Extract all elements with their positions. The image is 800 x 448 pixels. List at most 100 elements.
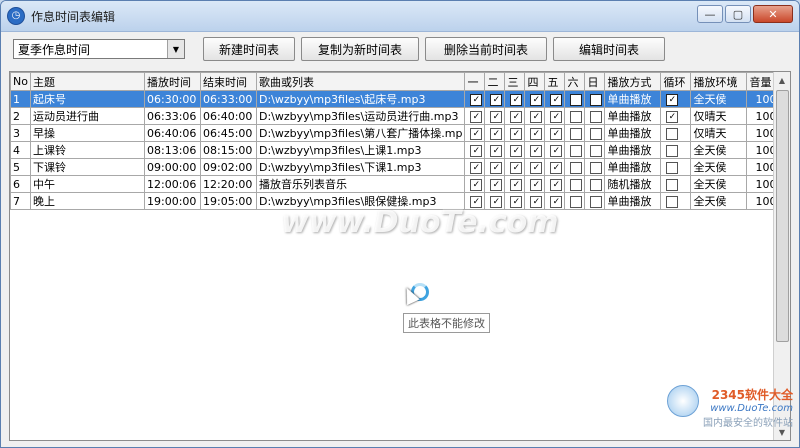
cell-env[interactable]: 全天侯 xyxy=(690,90,748,108)
cell-topic[interactable]: 上课铃 xyxy=(30,141,145,159)
day-checkbox[interactable] xyxy=(550,144,563,157)
cell-mode[interactable]: 随机播放 xyxy=(604,175,662,193)
day-checkbox[interactable] xyxy=(510,127,523,140)
cell-song[interactable]: D:\wzbyy\mp3files\运动员进行曲.mp3 xyxy=(255,107,466,125)
column-header[interactable]: 播放方式 xyxy=(604,72,662,91)
cell-end[interactable]: 06:40:00 xyxy=(200,107,257,125)
loop-checkbox[interactable] xyxy=(666,93,679,106)
day-checkbox[interactable] xyxy=(570,144,583,157)
day-checkbox[interactable] xyxy=(490,110,503,123)
day-checkbox[interactable] xyxy=(590,93,603,106)
day-checkbox[interactable] xyxy=(570,93,583,106)
cell-mode[interactable]: 单曲播放 xyxy=(604,90,662,108)
day-checkbox[interactable] xyxy=(490,161,503,174)
day-checkbox[interactable] xyxy=(550,127,563,140)
cell-mode[interactable]: 单曲播放 xyxy=(604,158,662,176)
day-checkbox[interactable] xyxy=(490,144,503,157)
day-checkbox[interactable] xyxy=(530,144,543,157)
day-checkbox[interactable] xyxy=(570,110,583,123)
maximize-button[interactable]: ▢ xyxy=(725,5,751,23)
loop-checkbox[interactable] xyxy=(666,178,679,191)
cell-topic[interactable]: 中午 xyxy=(30,175,145,193)
day-checkbox[interactable] xyxy=(550,161,563,174)
cell-start[interactable]: 12:00:06 xyxy=(144,175,201,193)
title-bar[interactable]: ◷ 作息时间表编辑 — ▢ ✕ xyxy=(1,1,799,32)
cell-song[interactable]: D:\wzbyy\mp3files\第八套广播体操.mp xyxy=(255,124,466,142)
cell-mode[interactable]: 单曲播放 xyxy=(604,124,662,142)
cell-mode[interactable]: 单曲播放 xyxy=(604,141,662,159)
cell-end[interactable]: 12:20:00 xyxy=(200,175,257,193)
day-checkbox[interactable] xyxy=(530,178,543,191)
cell-start[interactable]: 06:40:06 xyxy=(144,124,201,142)
column-header[interactable]: 四 xyxy=(524,72,546,91)
day-checkbox[interactable] xyxy=(510,178,523,191)
cell-no[interactable]: 6 xyxy=(10,175,31,193)
column-header[interactable]: No xyxy=(10,72,31,91)
day-checkbox[interactable] xyxy=(590,144,603,157)
cell-end[interactable]: 06:45:00 xyxy=(200,124,257,142)
day-checkbox[interactable] xyxy=(570,127,583,140)
cell-env[interactable]: 仅晴天 xyxy=(690,124,748,142)
delete-schedule-button[interactable]: 删除当前时间表 xyxy=(425,37,547,61)
scrollbar-thumb[interactable] xyxy=(776,90,789,342)
column-header[interactable]: 五 xyxy=(544,72,566,91)
vertical-scrollbar[interactable]: ▲ ▼ xyxy=(773,72,790,440)
cell-topic[interactable]: 晚上 xyxy=(30,192,145,210)
day-checkbox[interactable] xyxy=(590,178,603,191)
cell-start[interactable]: 06:30:00 xyxy=(144,90,201,108)
cell-topic[interactable]: 运动员进行曲 xyxy=(30,107,145,125)
cell-env[interactable]: 全天侯 xyxy=(690,175,748,193)
day-checkbox[interactable] xyxy=(510,161,523,174)
cell-end[interactable]: 09:02:00 xyxy=(200,158,257,176)
day-checkbox[interactable] xyxy=(530,161,543,174)
day-checkbox[interactable] xyxy=(570,178,583,191)
cell-no[interactable]: 1 xyxy=(10,90,31,108)
day-checkbox[interactable] xyxy=(490,127,503,140)
loop-checkbox[interactable] xyxy=(666,195,679,208)
cell-start[interactable]: 09:00:00 xyxy=(144,158,201,176)
schedule-select[interactable]: 夏季作息时间 ▼ xyxy=(13,39,185,59)
loop-checkbox[interactable] xyxy=(666,144,679,157)
cell-env[interactable]: 全天侯 xyxy=(690,192,748,210)
column-header[interactable]: 一 xyxy=(464,72,486,91)
cell-env[interactable]: 仅晴天 xyxy=(690,107,748,125)
minimize-button[interactable]: — xyxy=(697,5,723,23)
table-row[interactable]: 5 下课铃 09:00:00 09:02:00 D:\wzbyy\mp3files\下课… xyxy=(10,158,782,176)
day-checkbox[interactable] xyxy=(470,144,483,157)
day-checkbox[interactable] xyxy=(490,93,503,106)
close-button[interactable]: ✕ xyxy=(753,5,793,23)
scroll-up-icon[interactable]: ▲ xyxy=(774,72,790,88)
column-header[interactable]: 主题 xyxy=(30,72,145,91)
column-header[interactable]: 循环 xyxy=(660,72,692,91)
cell-env[interactable]: 全天侯 xyxy=(690,141,748,159)
day-checkbox[interactable] xyxy=(550,93,563,106)
day-checkbox[interactable] xyxy=(550,110,563,123)
loop-checkbox[interactable] xyxy=(666,127,679,140)
day-checkbox[interactable] xyxy=(490,178,503,191)
cell-topic[interactable]: 下课铃 xyxy=(30,158,145,176)
cell-end[interactable]: 19:05:00 xyxy=(200,192,257,210)
table-row[interactable]: 2 运动员进行曲 06:33:06 06:40:00 D:\wzbyy\mp3files… xyxy=(10,107,782,125)
day-checkbox[interactable] xyxy=(510,93,523,106)
table-row[interactable]: 3 早操 06:40:06 06:45:00 D:\wzbyy\mp3files\第八套… xyxy=(10,124,782,142)
column-header[interactable]: 三 xyxy=(504,72,526,91)
day-checkbox[interactable] xyxy=(510,144,523,157)
cell-end[interactable]: 08:15:00 xyxy=(200,141,257,159)
cell-song[interactable]: D:\wzbyy\mp3files\起床号.mp3 xyxy=(255,90,466,108)
cell-no[interactable]: 2 xyxy=(10,107,31,125)
table-row[interactable]: 4 上课铃 08:13:06 08:15:00 D:\wzbyy\mp3files\上课… xyxy=(10,141,782,159)
day-checkbox[interactable] xyxy=(590,161,603,174)
day-checkbox[interactable] xyxy=(530,127,543,140)
day-checkbox[interactable] xyxy=(590,195,603,208)
column-header[interactable]: 六 xyxy=(564,72,586,91)
day-checkbox[interactable] xyxy=(470,93,483,106)
copy-schedule-button[interactable]: 复制为新时间表 xyxy=(301,37,419,61)
column-header[interactable]: 播放环境 xyxy=(690,72,748,91)
cell-song[interactable]: D:\wzbyy\mp3files\上课1.mp3 xyxy=(255,141,466,159)
column-header[interactable]: 二 xyxy=(484,72,506,91)
day-checkbox[interactable] xyxy=(470,178,483,191)
column-header[interactable]: 歌曲或列表 xyxy=(255,72,466,91)
new-schedule-button[interactable]: 新建时间表 xyxy=(203,37,295,61)
cell-mode[interactable]: 单曲播放 xyxy=(604,107,662,125)
loop-checkbox[interactable] xyxy=(666,110,679,123)
